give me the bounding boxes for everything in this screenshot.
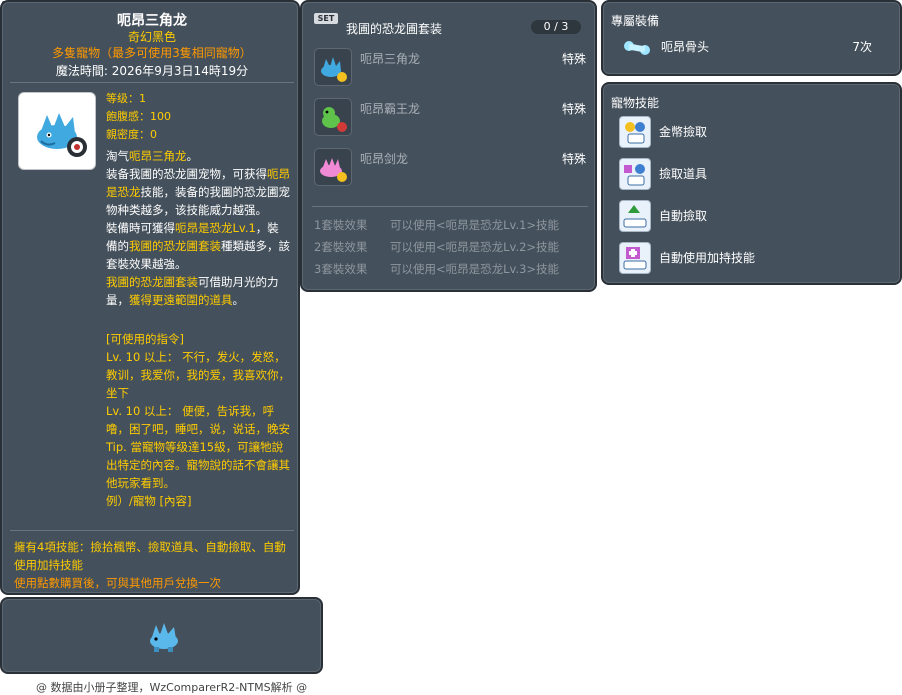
set-effect: 2套裝效果 可以使用<呃昂是恐龙Lv.2>技能: [314, 240, 560, 254]
set-count: 0 / 3: [531, 20, 581, 34]
set-item-type: 特殊: [561, 102, 586, 116]
set-badge: SET: [314, 13, 338, 24]
pet-description: 淘气呃昂三角龙。 装备我圃的恐龙圃宠物，可获得呃昂是恐龙技能，装备的我圃的恐龙圃…: [106, 147, 290, 309]
exclusive-title: 專屬裝備: [611, 14, 660, 28]
stegosaurus-icon: [314, 148, 352, 186]
t-rex-icon: [314, 98, 352, 136]
command-example: 例）/寵物 [內容]: [106, 494, 192, 508]
desc-line-1: 淘气呃昂三角龙。: [106, 149, 198, 163]
exclusive-equipment-panel: 專屬裝備 呃昂骨头 7次: [601, 0, 902, 76]
set-effect: 1套裝效果 可以使用<呃昂是恐龙Lv.1>技能: [314, 218, 560, 232]
skill-label: 金幣撿取: [659, 125, 708, 139]
multi-pet-note: 多隻寵物（最多可使用3隻相同寵物）: [52, 46, 252, 60]
triceratops-icon: [37, 113, 87, 157]
pet-skills-title: 寵物技能: [611, 96, 660, 110]
set-item: 呃昂霸王龙 特殊: [314, 98, 586, 140]
exclusive-item-name: 呃昂骨头: [661, 40, 710, 54]
set-item-type: 特殊: [561, 52, 586, 66]
pet-icon-box: [18, 92, 96, 170]
command-list: [可使用的指令] Lv. 10 以上： 不行，发火，发怒，教训，我爱你，我的爱，…: [106, 330, 290, 510]
set-item: 呃昂剑龙 特殊: [314, 148, 586, 190]
skill-label: 自動使用加持技能: [659, 251, 756, 265]
pet-subtitle: 奇幻黑色: [127, 30, 176, 44]
pet-tooltip-panel: 呃昂三角龙 奇幻黑色 多隻寵物（最多可使用3隻相同寵物） 魔法時間: 2026年…: [0, 0, 300, 595]
item-pickup-icon: [619, 158, 651, 190]
command-line: Lv. 10 以上： 便便，告诉我，呼噜，困了吧，睡吧，说，说话，晚安: [106, 404, 290, 436]
set-item-type: 特殊: [561, 152, 586, 166]
coin-pickup-icon: [619, 116, 651, 148]
stat-fullness: 飽腹感：100: [106, 110, 171, 123]
set-item-name: 呃昂霸王龙: [360, 102, 421, 116]
command-tip: Tip. 當寵物等级達15級，可讓牠說出特定的內容。寵物說的話不會讓其他玩家看到…: [106, 440, 290, 490]
set-panel: SET 我圃的恐龙圃套装 0 / 3 呃昂三角龙 特殊 呃昂霸王龙 特殊 呃昂剑…: [300, 0, 597, 292]
stat-closeness: 親密度：0: [106, 128, 157, 141]
set-name: 我圃的恐龙圃套装: [346, 22, 443, 36]
command-header: [可使用的指令]: [106, 332, 184, 346]
pet-preview-panel: [0, 597, 323, 674]
bone-icon: [624, 41, 650, 55]
set-item: 呃昂三角龙 特殊: [314, 48, 586, 90]
magic-time: 魔法時間: 2026年9月3日14時19分: [55, 64, 249, 78]
triceratops-sprite-icon: [150, 623, 178, 652]
set-effect: 3套裝效果 可以使用<呃昂是恐龙Lv.3>技能: [314, 262, 560, 276]
set-item-name: 呃昂剑龙: [360, 152, 409, 166]
divider: [312, 206, 588, 207]
divider: [10, 530, 294, 531]
triceratops-icon: [314, 48, 352, 86]
auto-buff-icon: [619, 242, 651, 274]
exchange-note: 使用點數購買後，可與其他用戶兌換一次: [14, 576, 221, 590]
skill-label: 自動撿取: [659, 209, 708, 223]
desc-line-3: 裝備時可獲得呃昂是恐龙Lv.1，裝備的我圃的恐龙圃套装種類越多，該套裝效果越強。: [106, 221, 290, 271]
stat-level: 等级：1: [106, 92, 146, 105]
desc-line-2: 装备我圃的恐龙圃宠物，可获得呃昂是恐龙技能，装备的我圃的恐龙圃宠物种类越多，该技…: [106, 167, 290, 217]
skills-summary: 擁有4項技能：撿拾楓幣、撿取道具、自動撿取、自動使用加持技能: [14, 540, 286, 572]
pet-name: 呃昂三角龙: [117, 13, 187, 29]
divider: [10, 82, 294, 83]
skill-label: 撿取道具: [659, 167, 708, 181]
auto-pickup-icon: [619, 200, 651, 232]
set-item-name: 呃昂三角龙: [360, 52, 421, 66]
exclusive-item-count: 7次: [852, 40, 872, 54]
desc-line-4: 我圃的恐龙圃套装可借助月光的力量，獲得更遠範圍的道具。: [106, 275, 279, 307]
pet-skills-panel: 寵物技能 金幣撿取 撿取道具 自動撿取 自動使用加持技能: [601, 82, 902, 285]
command-line: Lv. 10 以上： 不行，发火，发怒，教训，我爱你，我的爱，我喜欢你，坐下: [106, 350, 290, 400]
